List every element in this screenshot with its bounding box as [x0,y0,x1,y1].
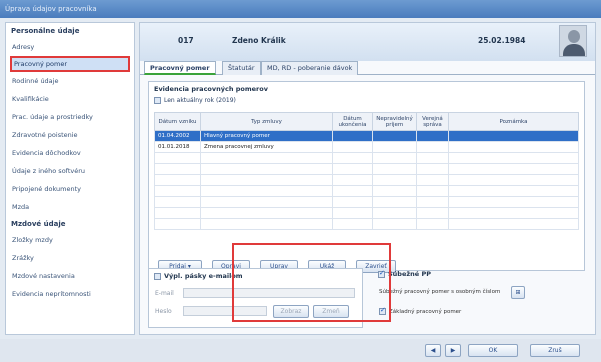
records-table: Dátum vzniku Typ zmluvy Dátum ukončenia … [154,112,579,230]
row-type: Zmena pracovnej zmluvy [200,141,333,153]
column-header[interactable]: Verejná správa [416,112,449,131]
row-date: 01.04.2002 [154,130,201,142]
employee-code: 017 [178,36,194,45]
window-title: Úprava údajov pracovníka [0,0,601,18]
sidebar-item-zlozky-mzdy[interactable]: Zložky mzdy [6,231,134,249]
payslip-title-label: Výpl. pásky e-mailom [164,272,243,280]
dialog-window: Úprava údajov pracovníka Personálne údaj… [0,0,601,362]
records-panel: Evidencia pracovných pomerov Len aktuáln… [148,81,585,273]
password-label: Heslo [155,308,172,315]
sidebar-item-mzdove-nastavenia[interactable]: Mzdové nastavenia [6,267,134,285]
column-header[interactable]: Poznámka [448,112,579,131]
tab-statutar[interactable]: Štatutár [222,61,261,75]
employee-name: Zdeno Králik [232,36,286,45]
row-type: Hlavný pracovný pomer [200,130,333,142]
checkbox-icon[interactable] [154,97,161,104]
tab-pracovny-pomer[interactable]: Pracovný pomer [144,61,216,75]
next-icon[interactable]: ▶ [445,344,461,357]
prev-icon[interactable]: ◀ [425,344,441,357]
tab-bar: Pracovný pomer Štatutár MD, RD - poberan… [140,61,595,75]
concurrent-group: Súbežné PP Súbežný pracovný pomer s osob… [373,268,528,328]
table-row[interactable]: 01.01.2018 Zmena pracovnej zmluvy [154,141,579,153]
current-year-filter[interactable]: Len aktuálny rok (2019) [149,96,584,105]
main-employment-option[interactable]: Základný pracovný pomer [379,306,462,315]
concurrent-title-label: Súbežné PP [388,270,431,278]
employee-date: 25.02.1984 [478,36,526,45]
main-panel: 017 Zdeno Králik 25.02.1984 Pracovný pom… [139,22,596,335]
sidebar-item-ine-softvery[interactable]: Údaje z iného softvéru [6,162,134,180]
sidebar-item-zdravotne-poistenie[interactable]: Zdravotné poistenie [6,126,134,144]
password-field[interactable] [183,306,267,316]
column-header[interactable]: Typ zmluvy [200,112,333,131]
footer-bar: ◀ ▶ OK Zruš [0,339,601,362]
sidebar-item-prac-udaje[interactable]: Prac. údaje a prostriedky [6,108,134,126]
show-password-button[interactable]: Zobraz [273,305,309,318]
row-date: 01.01.2018 [154,141,201,153]
table-row[interactable]: 01.04.2002 Hlavný pracovný pomer [154,130,579,142]
email-label: E-mail [155,290,174,297]
payslip-title[interactable]: Výpl. pásky e-mailom [149,269,362,283]
change-password-button[interactable]: Zmeň [313,305,349,318]
payslip-group: Výpl. pásky e-mailom E-mail Heslo Zobraz… [148,268,363,328]
sidebar-item-evidencia-nepritomnosti[interactable]: Evidencia neprítomnosti [6,285,134,303]
ok-button[interactable]: OK [468,344,518,357]
records-title: Evidencia pracovných pomerov [154,85,268,93]
column-header[interactable]: Nepravidelný príjem [372,112,417,131]
checkbox-icon[interactable] [378,269,385,278]
avatar [559,25,587,57]
main-employment-label: Základný pracovný pomer [389,309,462,315]
concurrent-description: Súbežný pracovný pomer s osobným číslom [379,289,501,295]
sidebar-item-pracovny-pomer[interactable]: Pracovný pomer [10,56,130,72]
email-field[interactable] [183,288,355,298]
sidebar-item-adresy[interactable]: Adresy [6,38,134,56]
column-header[interactable]: Dátum ukončenia [332,112,373,131]
sidebar-item-mzda[interactable]: Mzda [6,198,134,216]
sidebar-section-personal: Personálne údaje [11,27,80,35]
sidebar: Personálne údaje Adresy Pracovný pomer R… [5,22,135,335]
employee-header: 017 Zdeno Králik 25.02.1984 [140,23,595,61]
tab-md-rd[interactable]: MD, RD - poberanie dávok [261,61,359,75]
lookup-icon[interactable]: ⊞ [511,286,525,299]
checkbox-icon[interactable] [154,272,161,280]
sidebar-section-payroll: Mzdové údaje [11,220,66,228]
current-year-label: Len aktuálny rok (2019) [164,97,236,104]
sidebar-item-zrazky[interactable]: Zrážky [6,249,134,267]
sidebar-item-dokumenty[interactable]: Pripojené dokumenty [6,180,134,198]
concurrent-title[interactable]: Súbežné PP [373,268,528,281]
sidebar-item-rodinne-udaje[interactable]: Rodinné údaje [6,72,134,90]
cancel-button[interactable]: Zruš [530,344,580,357]
sidebar-item-evidencia-dochodkov[interactable]: Evidencia dôchodkov [6,144,134,162]
column-header[interactable]: Dátum vzniku [154,112,201,131]
checkbox-icon[interactable] [379,306,386,315]
sidebar-item-kvalifikacie[interactable]: Kvalifikácie [6,90,134,108]
